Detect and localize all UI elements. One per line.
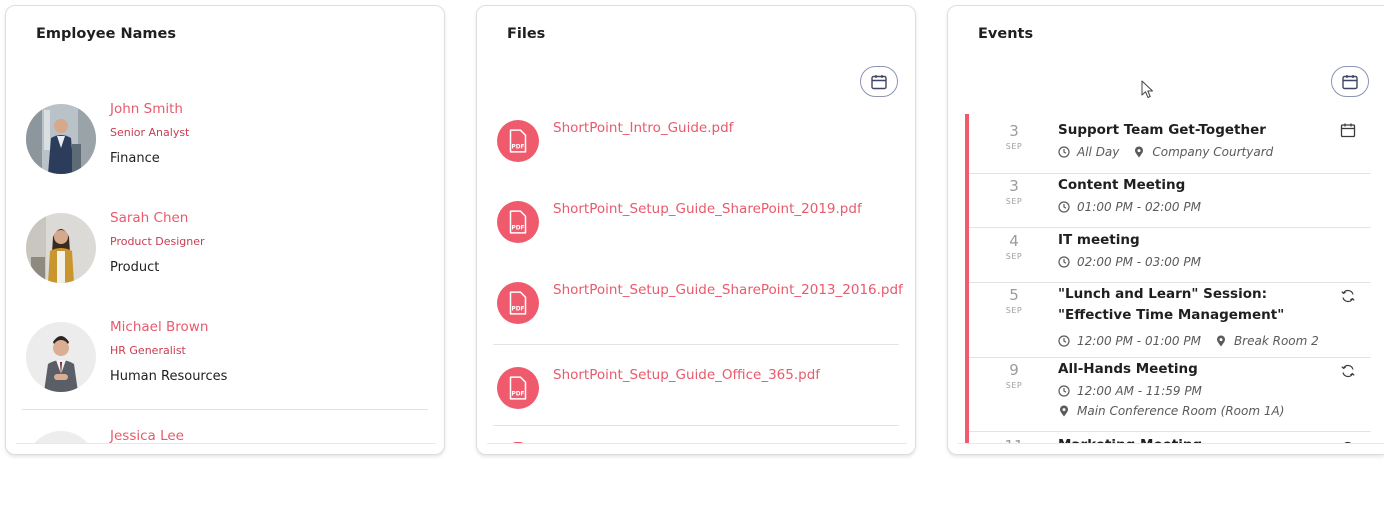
- pdf-icon: PDF: [497, 120, 539, 162]
- events-panel: Events 3 SEP Support Team Get-Together A…: [947, 5, 1384, 455]
- event-item[interactable]: 5 SEP "Lunch and Learn" Session: "Effect…: [969, 278, 1374, 353]
- event-item[interactable]: 3 SEP Support Team Get-Together All Day …: [969, 114, 1374, 168]
- file-item[interactable]: PDF ShortPoint_Setup_Guide_SharePoint_20…: [493, 266, 905, 346]
- event-meta: Main Conference Room (Room 1A): [1058, 404, 1284, 418]
- panel-title: Employee Names: [36, 26, 176, 42]
- file-item[interactable]: PDF ShortPoint_Intro_Guide.pdf: [493, 104, 905, 184]
- recurring-icon[interactable]: [1340, 288, 1356, 304]
- employee-name[interactable]: John Smith: [110, 101, 183, 117]
- event-title[interactable]: Support Team Get-Together: [1058, 120, 1266, 141]
- location-pin-icon: [1135, 146, 1144, 158]
- avatar[interactable]: [26, 322, 96, 392]
- event-time: 02:00 PM - 03:00 PM: [1077, 255, 1201, 269]
- file-link[interactable]: ShortPoint_Setup_Guide_SharePoint_2019.p…: [553, 201, 862, 217]
- calendar-button[interactable]: [1331, 66, 1369, 97]
- clock-icon: [1058, 256, 1070, 268]
- avatar[interactable]: [26, 213, 96, 283]
- employee-department: Human Resources: [110, 369, 228, 384]
- file-list[interactable]: PDF ShortPoint_Intro_Guide.pdf PDF Short…: [493, 104, 905, 444]
- employee-role: HR Generalist: [110, 344, 186, 357]
- event-time: 12:00 PM - 01:00 PM: [1077, 334, 1201, 348]
- pdf-icon: PDF: [497, 282, 539, 324]
- file-item[interactable]: PDF ShortPoint_Setup_Guide_SharePoint_20…: [493, 185, 905, 265]
- event-item[interactable]: 3 SEP Content Meeting 01:00 PM - 02:00 P…: [969, 169, 1374, 223]
- event-meta: 01:00 PM - 02:00 PM: [1058, 200, 1201, 214]
- event-month: SEP: [1005, 381, 1023, 390]
- divider: [16, 443, 436, 444]
- clock-icon: [1058, 146, 1070, 158]
- event-title[interactable]: IT meeting: [1058, 230, 1140, 251]
- divider: [958, 443, 1384, 444]
- employee-item[interactable]: Michael Brown HR Generalist Human Resour…: [22, 284, 434, 392]
- employee-item[interactable]: John Smith Senior Analyst Finance: [22, 66, 434, 174]
- event-location: Company Courtyard: [1152, 145, 1274, 159]
- files-panel: Files PDF ShortPoint_Intro_Guide.pdf PDF: [476, 5, 916, 455]
- mouse-cursor-icon: [1141, 80, 1153, 98]
- file-item[interactable]: PDF ShortPoint_Setup_Guide_Office_365.pd…: [493, 347, 905, 427]
- recurring-icon[interactable]: [1340, 363, 1356, 379]
- employee-department: Product: [110, 260, 160, 275]
- event-day: 4: [1009, 232, 1019, 250]
- svg-text:PDF: PDF: [511, 392, 524, 398]
- event-day: 3: [1009, 122, 1019, 140]
- divider: [487, 443, 907, 444]
- panel-title: Events: [978, 26, 1034, 42]
- event-month: SEP: [1005, 197, 1023, 206]
- event-month: SEP: [1005, 142, 1023, 151]
- event-time: 12:00 AM - 11:59 PM: [1077, 384, 1202, 398]
- panel-title: Files: [507, 26, 546, 42]
- employee-name[interactable]: Sarah Chen: [110, 210, 188, 226]
- clock-icon: [1058, 201, 1070, 213]
- divider: [493, 344, 899, 345]
- event-item[interactable]: 4 SEP IT meeting 02:00 PM - 03:00 PM: [969, 224, 1374, 278]
- calendar-icon: [871, 74, 887, 89]
- event-title[interactable]: All-Hands Meeting: [1058, 359, 1198, 380]
- file-link[interactable]: ShortPoint_Setup_Guide_SharePoint_2013_2…: [553, 282, 903, 298]
- employee-list[interactable]: John Smith Senior Analyst Finance Sarah …: [22, 66, 434, 444]
- event-meta: 02:00 PM - 03:00 PM: [1058, 255, 1201, 269]
- location-pin-icon: [1216, 335, 1225, 347]
- event-title[interactable]: Content Meeting: [1058, 175, 1185, 196]
- calendar-button[interactable]: [860, 66, 898, 97]
- employee-role: Senior Analyst: [110, 126, 190, 139]
- calendar-icon[interactable]: [1340, 122, 1356, 138]
- employee-names-panel: Employee Names John Smith Senior Analyst…: [5, 5, 445, 455]
- employee-name[interactable]: Michael Brown: [110, 319, 208, 335]
- event-time: 01:00 PM - 02:00 PM: [1077, 200, 1201, 214]
- svg-text:PDF: PDF: [511, 307, 524, 313]
- location-pin-icon: [1060, 405, 1068, 417]
- avatar[interactable]: [26, 104, 96, 174]
- svg-text:PDF: PDF: [511, 226, 524, 232]
- clock-icon: [1058, 335, 1070, 347]
- employee-role: Product Designer: [110, 235, 205, 248]
- clock-icon: [1058, 385, 1070, 397]
- divider: [493, 425, 899, 426]
- event-month: SEP: [1005, 252, 1023, 261]
- event-location: Break Room 2: [1233, 334, 1319, 348]
- event-meta: 12:00 AM - 11:59 PM: [1058, 384, 1202, 398]
- event-item[interactable]: 9 SEP All-Hands Meeting 12:00 AM - 11:59…: [969, 353, 1374, 428]
- file-link[interactable]: ShortPoint_Intro_Guide.pdf: [553, 120, 733, 136]
- event-list[interactable]: 3 SEP Support Team Get-Together All Day …: [965, 114, 1375, 444]
- event-meta: All Day Company Courtyard: [1058, 145, 1273, 159]
- event-item[interactable]: 11 Marketing Meeting: [969, 428, 1374, 444]
- event-location: Main Conference Room (Room 1A): [1077, 404, 1285, 418]
- event-month: SEP: [1005, 306, 1023, 315]
- event-time: All Day: [1077, 145, 1120, 159]
- employee-department: Finance: [110, 151, 160, 166]
- pdf-icon: PDF: [497, 367, 539, 409]
- event-title[interactable]: "Lunch and Learn" Session: "Effective Ti…: [1058, 284, 1323, 326]
- event-meta: 12:00 PM - 01:00 PM Break Room 2: [1058, 334, 1319, 348]
- event-day: 9: [1009, 361, 1019, 379]
- file-link[interactable]: ShortPoint_Setup_Guide_Office_365.pdf: [553, 367, 820, 383]
- pdf-icon: PDF: [497, 201, 539, 243]
- event-day: 3: [1009, 177, 1019, 195]
- event-day: 5: [1009, 286, 1019, 304]
- calendar-icon: [1342, 74, 1358, 89]
- employee-item[interactable]: Jessica Lee: [22, 393, 434, 444]
- employee-name[interactable]: Jessica Lee: [110, 428, 184, 444]
- svg-text:PDF: PDF: [511, 145, 524, 151]
- employee-item[interactable]: Sarah Chen Product Designer Product: [22, 175, 434, 283]
